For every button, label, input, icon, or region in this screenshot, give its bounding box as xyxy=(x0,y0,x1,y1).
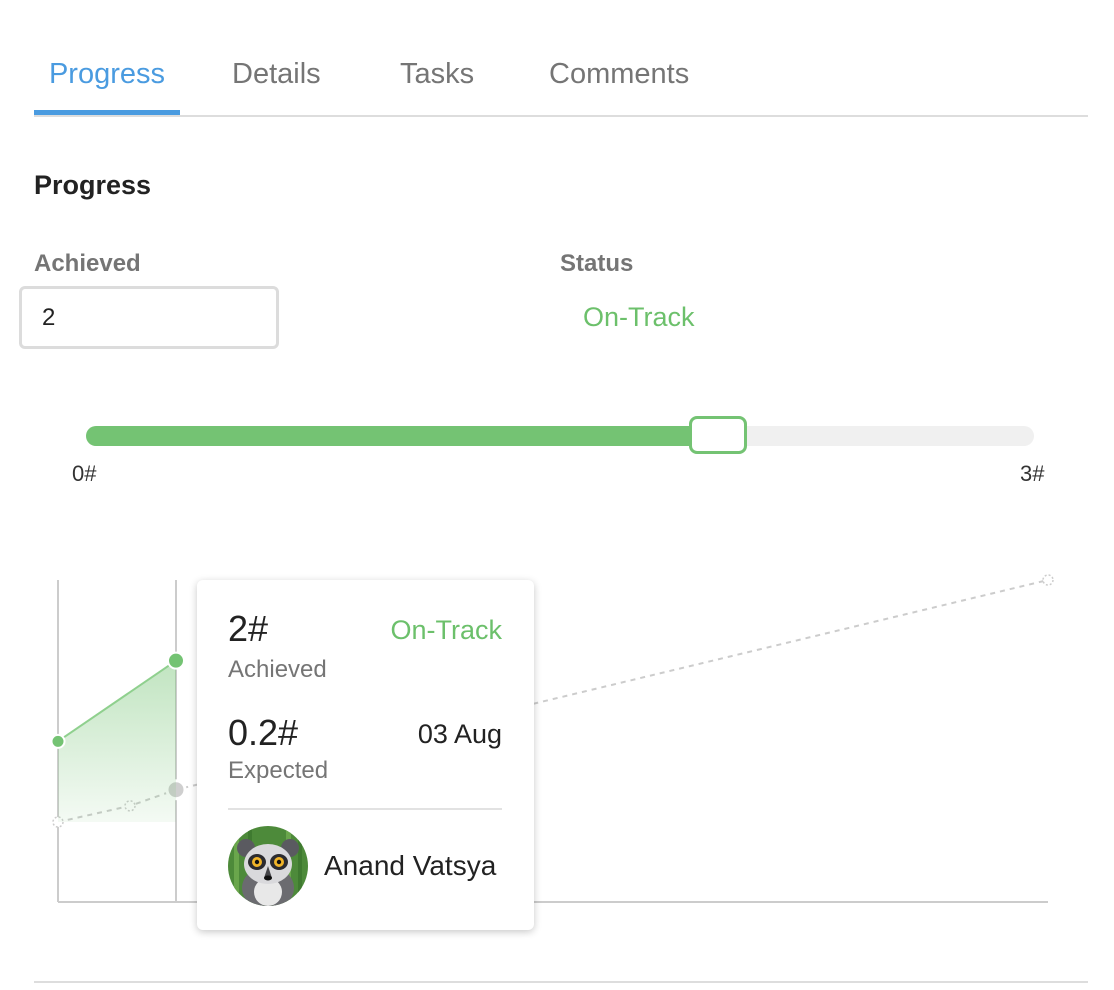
tooltip-achieved-value: 2# xyxy=(228,608,269,649)
achieved-label: Achieved xyxy=(34,250,141,277)
status-value: On-Track xyxy=(583,302,695,332)
slider-max-label: 3# xyxy=(1020,461,1045,486)
slider-fill xyxy=(86,426,718,446)
lemur-avatar-icon xyxy=(228,826,308,906)
tab-tasks[interactable]: Tasks xyxy=(400,40,474,115)
tooltip-expected-value: 0.2# xyxy=(228,712,299,753)
section-title: Progress xyxy=(34,170,152,200)
tooltip-date: 03 Aug xyxy=(417,719,502,749)
tooltip-achieved-label: Achieved xyxy=(228,656,327,683)
tab-progress[interactable]: Progress xyxy=(34,40,180,115)
achieved-point xyxy=(50,733,66,749)
progress-chart xyxy=(50,574,1054,903)
tooltip-expected-label: Expected xyxy=(228,757,329,784)
achieved-area xyxy=(58,660,176,822)
avatar xyxy=(228,826,308,906)
tooltip-divider xyxy=(228,808,502,810)
chart-tooltip: 2# Achieved On-Track 0.2# Expected 03 Au… xyxy=(197,580,534,930)
slider-thumb[interactable] xyxy=(689,416,747,454)
bottom-divider xyxy=(34,981,1088,983)
tab-details[interactable]: Details xyxy=(232,40,321,115)
slider-min-label: 0# xyxy=(72,461,97,486)
achieved-input[interactable] xyxy=(19,286,279,349)
status-label: Status xyxy=(560,250,634,277)
achieved-point xyxy=(167,651,185,670)
expected-point xyxy=(1042,574,1054,586)
progress-slider[interactable] xyxy=(86,416,1034,454)
tooltip-status: On-Track xyxy=(390,615,502,645)
tab-comments[interactable]: Comments xyxy=(549,40,689,115)
tab-bar: Progress Details Tasks Comments xyxy=(34,40,1088,117)
tooltip-user-name: Anand Vatsya xyxy=(324,850,497,881)
